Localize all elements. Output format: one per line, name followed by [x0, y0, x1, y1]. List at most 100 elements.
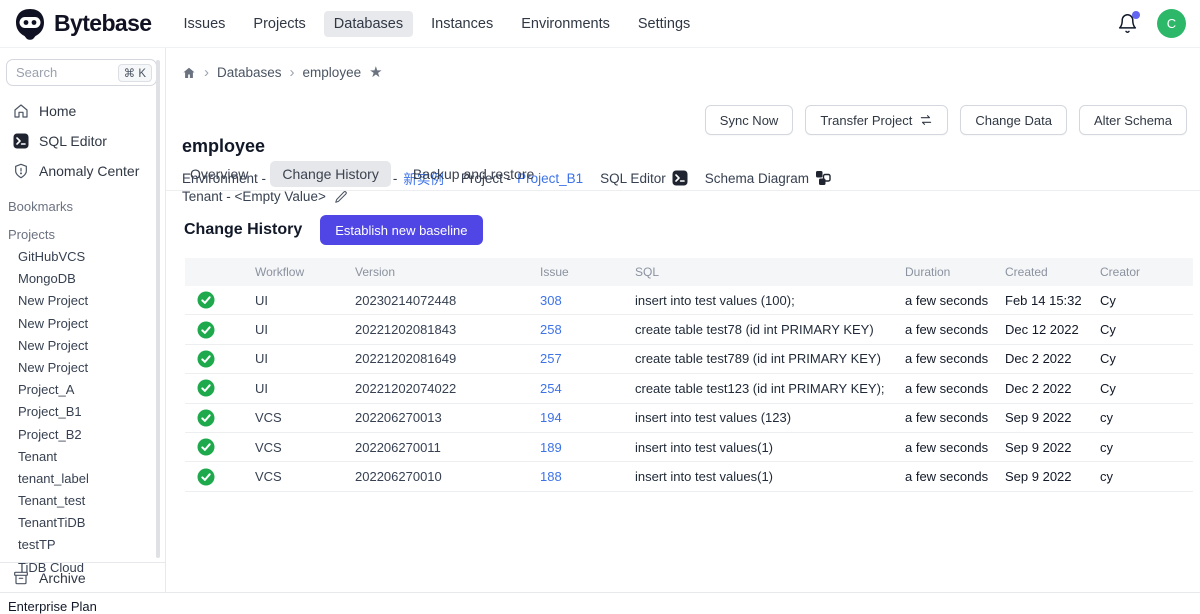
table-row[interactable]: UI 20221202081649 257 create table test7…: [185, 345, 1193, 374]
table-row[interactable]: VCS 202206270010 188 insert into test va…: [185, 462, 1193, 491]
column-header: SQL: [635, 265, 905, 279]
sync-now-button[interactable]: Sync Now: [705, 105, 794, 135]
created-cell: Sep 9 2022: [1005, 440, 1100, 455]
breadcrumb-databases[interactable]: Databases: [217, 65, 282, 80]
workflow-cell: VCS: [255, 440, 355, 455]
column-header: Version: [355, 265, 540, 279]
sidebar-project-item[interactable]: TenantTiDB: [0, 512, 165, 534]
issue-link[interactable]: 254: [540, 381, 562, 396]
alter-schema-button[interactable]: Alter Schema: [1079, 105, 1187, 135]
table-header-row: Workflow Version Issue SQL Duration Crea…: [185, 258, 1193, 286]
topnav-item[interactable]: Projects: [243, 11, 315, 37]
duration-cell: a few seconds: [905, 469, 1005, 484]
transfer-project-button[interactable]: Transfer Project: [805, 105, 948, 135]
issue-link[interactable]: 258: [540, 322, 562, 337]
sidebar-search[interactable]: ⌘ K: [6, 59, 157, 86]
topnav-item[interactable]: Instances: [421, 11, 503, 37]
sidebar-project-item[interactable]: tenant_label: [0, 468, 165, 490]
duration-cell: a few seconds: [905, 381, 1005, 396]
tab[interactable]: Overview: [178, 161, 260, 187]
sidebar-project-item[interactable]: Project_A: [0, 379, 165, 401]
sidebar-project-item[interactable]: GitHubVCS: [0, 246, 165, 268]
edit-pencil-icon[interactable]: [334, 190, 348, 204]
sidebar-item-archive[interactable]: Archive: [0, 562, 165, 592]
created-cell: Dec 12 2022: [1005, 322, 1100, 337]
sql-cell: create table test123 (id int PRIMARY KEY…: [635, 381, 905, 396]
issue-cell: 254: [540, 381, 635, 396]
table-row[interactable]: VCS 202206270011 189 insert into test va…: [185, 433, 1193, 462]
bytebase-logo[interactable]: Bytebase: [14, 8, 151, 40]
sidebar-item-anomaly-center[interactable]: Anomaly Center: [0, 156, 165, 186]
topnav-item[interactable]: Issues: [173, 11, 235, 37]
creator-cell: Cy: [1100, 293, 1193, 308]
plan-label[interactable]: Enterprise Plan: [8, 599, 97, 614]
search-shortcut-badge: ⌘ K: [118, 64, 152, 82]
sidebar-project-item[interactable]: Tenant_test: [0, 490, 165, 512]
topnav-item[interactable]: Environments: [511, 11, 620, 37]
sidebar-project-item[interactable]: Project_B2: [0, 424, 165, 446]
topnav-item[interactable]: Databases: [324, 11, 413, 37]
sidebar-project-item[interactable]: New Project: [0, 290, 165, 312]
duration-cell: a few seconds: [905, 293, 1005, 308]
transfer-project-label: Transfer Project: [820, 113, 912, 128]
table-row[interactable]: UI 20221202074022 254 create table test1…: [185, 374, 1193, 403]
creator-cell: Cy: [1100, 351, 1193, 366]
version-cell: 20221202081649: [355, 351, 540, 366]
plan-footer: Enterprise Plan: [0, 592, 1200, 613]
sidebar-project-item[interactable]: testTP: [0, 534, 165, 556]
topnav-item[interactable]: Settings: [628, 11, 700, 37]
issue-link[interactable]: 188: [540, 469, 562, 484]
sidebar-project-item[interactable]: MongoDB: [0, 268, 165, 290]
sidebar-project-item[interactable]: Project_B1: [0, 401, 165, 423]
created-cell: Feb 14 15:32: [1005, 293, 1100, 308]
top-navbar: Bytebase Issues Projects Databases Insta…: [0, 0, 1200, 48]
tenant-label: Tenant - <Empty Value>: [182, 189, 326, 204]
sidebar-item-label: SQL Editor: [39, 133, 107, 149]
breadcrumb-employee[interactable]: employee: [303, 65, 362, 80]
establish-baseline-button[interactable]: Establish new baseline: [320, 215, 482, 245]
sidebar-project-item[interactable]: New Project: [0, 357, 165, 379]
navbar-right: C: [1117, 9, 1186, 38]
sidebar-project-item[interactable]: New Project: [0, 313, 165, 335]
workflow-cell: UI: [255, 381, 355, 396]
issue-link[interactable]: 194: [540, 410, 562, 425]
issue-link[interactable]: 189: [540, 440, 562, 455]
sidebar-item-label: Home: [39, 103, 76, 119]
table-row[interactable]: VCS 202206270013 194 insert into test va…: [185, 404, 1193, 433]
sql-cell: insert into test values (123): [635, 410, 905, 425]
sidebar-project-item[interactable]: Tenant: [0, 446, 165, 468]
tab[interactable]: Change History: [270, 161, 391, 187]
table-row[interactable]: UI 20221202081843 258 create table test7…: [185, 315, 1193, 344]
table-body: UI 20230214072448 308 insert into test v…: [185, 286, 1193, 492]
meta-schema-diagram[interactable]: Schema Diagram: [705, 170, 831, 186]
terminal-icon: [672, 170, 688, 186]
sidebar-item-label: Anomaly Center: [39, 163, 139, 179]
meta-sql-editor[interactable]: SQL Editor: [600, 170, 688, 186]
sync-now-label: Sync Now: [720, 113, 779, 128]
sidebar-item-home[interactable]: Home: [0, 96, 165, 126]
search-input[interactable]: [16, 65, 102, 80]
user-avatar[interactable]: C: [1157, 9, 1186, 38]
creator-cell: Cy: [1100, 381, 1193, 396]
tab[interactable]: Backup and restore: [401, 161, 546, 187]
issue-link[interactable]: 257: [540, 351, 562, 366]
change-data-button[interactable]: Change Data: [960, 105, 1067, 135]
favorite-star-icon[interactable]: ★: [369, 65, 382, 80]
creator-cell: cy: [1100, 410, 1193, 425]
terminal-icon: [13, 133, 29, 149]
sidebar-item-label: Archive: [39, 570, 86, 586]
status-cell: [185, 291, 255, 309]
created-cell: Sep 9 2022: [1005, 410, 1100, 425]
sidebar-project-item[interactable]: New Project: [0, 335, 165, 357]
issue-link[interactable]: 308: [540, 293, 562, 308]
breadcrumb-separator: ›: [204, 64, 209, 81]
sidebar-scrollbar[interactable]: [156, 60, 160, 558]
sidebar-item-sql-editor[interactable]: SQL Editor: [0, 126, 165, 156]
success-check-icon: [197, 379, 215, 397]
status-cell: [185, 468, 255, 486]
notification-bell-button[interactable]: [1117, 13, 1139, 35]
main-content: › Databases › employee ★ employee Enviro…: [166, 48, 1200, 592]
breadcrumb-home-icon[interactable]: [182, 66, 196, 80]
transfer-arrows-icon: [919, 113, 933, 127]
table-row[interactable]: UI 20230214072448 308 insert into test v…: [185, 286, 1193, 315]
